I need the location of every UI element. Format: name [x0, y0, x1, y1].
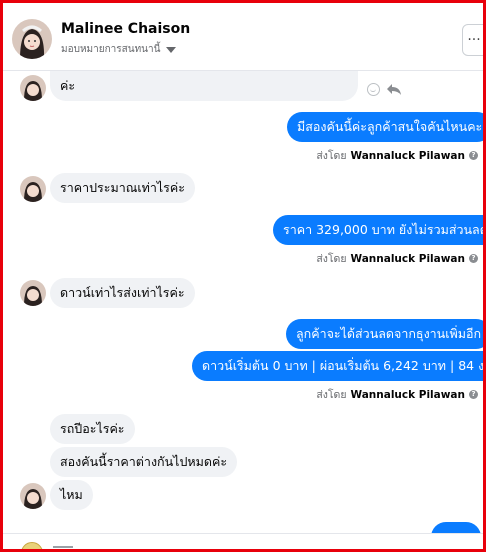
agent-name: Wannaluck Pilawan: [350, 149, 465, 162]
message-text: ลูกค้าจะได้ส่วนลดจากธุงานเพิ่มอีก: [296, 326, 482, 341]
assign-conversation-dropdown[interactable]: มอบหมายการสนทนานี้: [61, 42, 177, 57]
reply-icon[interactable]: [386, 83, 402, 96]
message-text: ราคาประมาณเท่าไรค่ะ: [60, 180, 185, 195]
message-incoming[interactable]: สองคันนี้ราคาต่างกันไปหมดค่ะ: [50, 447, 238, 477]
conversation-header: Malinee Chaison มอบหมายการสนทนานี้ ···: [3, 3, 483, 71]
message-outgoing[interactable]: มีสองคันนี้ค่ะลูกค้าสนใจคันไหนคะ: [287, 112, 483, 142]
help-icon[interactable]: ?: [469, 254, 478, 263]
page-avatar: [21, 542, 43, 549]
sender-avatar: [20, 483, 46, 509]
composer-input[interactable]: [53, 546, 73, 549]
message-incoming[interactable]: ดาวน์เท่าไรส่งเท่าไรค่ะ: [50, 278, 195, 308]
contact-name[interactable]: Malinee Chaison: [61, 21, 190, 37]
contact-avatar[interactable]: [12, 19, 52, 59]
sent-by-prefix: ส่งโดย: [316, 389, 347, 401]
message-incoming[interactable]: ไหม: [50, 480, 93, 510]
message-outgoing[interactable]: ลูกค้าจะได้ส่วนลดจากธุงานเพิ่มอีก: [286, 319, 483, 349]
sender-avatar: [20, 176, 46, 202]
message-actions: [367, 83, 402, 96]
help-icon[interactable]: ?: [469, 390, 478, 399]
sent-by-label: ส่งโดย Wannaluck Pilawan ?: [316, 147, 478, 164]
message-incoming[interactable]: รถปีอะไรค่ะ: [50, 414, 135, 444]
agent-name: Wannaluck Pilawan: [350, 388, 465, 401]
sender-avatar: [20, 75, 46, 101]
message-outgoing[interactable]: ดาวน์เริ่มต้น 0 บาท | ผ่อนเริ่มต้น 6,242…: [192, 351, 486, 381]
message-incoming[interactable]: ค่ะ: [50, 71, 358, 101]
message-composer[interactable]: [3, 533, 483, 549]
agent-name: Wannaluck Pilawan: [350, 252, 465, 265]
sender-avatar: [20, 280, 46, 306]
sent-by-label: ส่งโดย Wannaluck Pilawan ?: [316, 386, 478, 403]
smile-icon[interactable]: [367, 83, 380, 96]
message-outgoing[interactable]: ราคา 329,000 บาท ยังไม่รวมส่วนลด: [273, 215, 486, 245]
message-text: ค่ะ: [60, 78, 76, 93]
message-text: รถปีอะไรค่ะ: [60, 421, 125, 436]
more-icon: ···: [467, 32, 481, 48]
assign-label: มอบหมายการสนทนานี้: [61, 44, 161, 55]
sent-by-prefix: ส่งโดย: [316, 150, 347, 162]
screenshot-frame: Malinee Chaison มอบหมายการสนทนานี้ ··· ค…: [0, 0, 486, 552]
message-text: ดาวน์เริ่มต้น 0 บาท | ผ่อนเริ่มต้น 6,242…: [202, 358, 486, 373]
sent-by-prefix: ส่งโดย: [316, 253, 347, 265]
sent-by-label: ส่งโดย Wannaluck Pilawan ?: [316, 250, 478, 267]
more-options-button[interactable]: ···: [462, 24, 483, 56]
chevron-down-icon: [166, 46, 177, 53]
message-text: ไหม: [60, 487, 83, 502]
message-text: มีสองคันนี้ค่ะลูกค้าสนใจคันไหนคะ: [297, 119, 483, 134]
message-incoming[interactable]: ราคาประมาณเท่าไรค่ะ: [50, 173, 195, 203]
message-text: สองคันนี้ราคาต่างกันไปหมดค่ะ: [60, 454, 228, 469]
help-icon[interactable]: ?: [469, 151, 478, 160]
message-text: ดาวน์เท่าไรส่งเท่าไรค่ะ: [60, 285, 185, 300]
message-text: ราคา 329,000 บาท ยังไม่รวมส่วนลด: [283, 222, 486, 237]
